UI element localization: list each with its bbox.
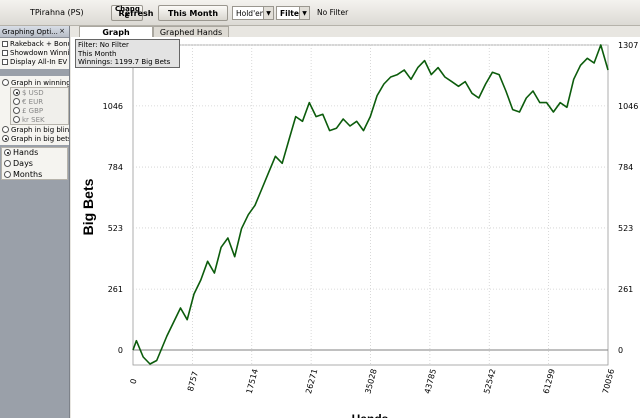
x-tick-label: 70056	[601, 368, 616, 395]
y-tick-label-right: 1307	[618, 41, 638, 50]
chevron-down-icon: ▼	[299, 7, 309, 19]
x-tick-label: 26271	[304, 368, 319, 395]
y-tick-label-right: 784	[618, 163, 633, 172]
radio-icon	[13, 89, 20, 96]
currency-group: $ USD € EUR £ GBP kr SEK	[10, 87, 69, 125]
graph-panel: 0026126152352378478410461046130713070875…	[71, 37, 640, 418]
tab-graphed-hands[interactable]: Graphed Hands	[153, 26, 229, 37]
y-tick-label-right: 0	[618, 346, 623, 355]
y-tick-label-left: 523	[108, 224, 123, 233]
radio-icon	[4, 171, 11, 178]
checkbox-icon	[2, 40, 8, 47]
y-tick-label-left: 261	[108, 285, 123, 294]
y-axis-label: Big Bets	[80, 178, 96, 235]
currency-eur-radio[interactable]: € EUR	[11, 97, 68, 106]
winnings-chart: 0026126152352378478410461046130713070875…	[80, 41, 638, 418]
axis-days-radio[interactable]: Days	[2, 159, 67, 168]
x-axis-options: Hands Days Months	[1, 147, 68, 180]
x-axis-label: Hands	[352, 412, 389, 418]
info-period: This Month	[78, 49, 117, 58]
radio-icon	[4, 160, 11, 167]
showdown-checkbox[interactable]: Showdown Winni	[0, 48, 69, 57]
summary-info-box: Filter: No Filter This Month Winnings: 1…	[75, 39, 180, 68]
tab-graph[interactable]: Graph	[79, 26, 153, 37]
allin-ev-checkbox[interactable]: Display All-In EV	[0, 57, 69, 66]
radio-icon	[13, 98, 20, 105]
graph-in-big-blinds-radio[interactable]: Graph in big blin	[0, 125, 69, 134]
x-tick-label: 61299	[542, 368, 557, 395]
currency-usd-radio[interactable]: $ USD	[11, 88, 68, 97]
y-tick-label-left: 784	[108, 163, 123, 172]
radio-icon	[2, 79, 9, 86]
rakeback-checkbox[interactable]: Rakeback + Bonu	[0, 39, 69, 48]
y-tick-label-right: 523	[618, 224, 633, 233]
graph-in-big-bets-radio[interactable]: Graph in big bets	[0, 134, 69, 143]
filter-select[interactable]: Filter ▼	[276, 6, 310, 20]
radio-icon	[13, 116, 20, 123]
radio-icon	[2, 135, 9, 142]
player-name: TPirahna (PS)	[30, 8, 84, 17]
graphing-options-sidebar: Graphing Opti... × Rakeback + Bonu Showd…	[0, 26, 70, 418]
checkbox-icon	[2, 58, 8, 65]
chevron-down-icon: ▼	[263, 7, 273, 19]
y-tick-label-left: 0	[118, 346, 123, 355]
info-winnings: Winnings: 1199.7 Big Bets	[78, 58, 171, 66]
x-tick-label: 8757	[186, 370, 200, 392]
graph-in-winnings-radio[interactable]: Graph in winning	[0, 78, 69, 87]
x-tick-label: 35028	[363, 368, 378, 395]
currency-sek-radio[interactable]: kr SEK	[11, 115, 68, 124]
x-tick-label: 43785	[423, 368, 438, 395]
filter-status: No Filter	[317, 8, 349, 17]
checkbox-icon	[2, 49, 8, 56]
y-tick-label-left: 1046	[103, 102, 123, 111]
refresh-button[interactable]: Refresh	[119, 5, 154, 21]
this-month-button[interactable]: This Month	[158, 5, 228, 21]
sidebar-header: Graphing Opti... ×	[0, 26, 69, 38]
y-tick-label-right: 1046	[618, 102, 638, 111]
x-tick-label: 0	[129, 378, 139, 385]
sidebar-options: Rakeback + Bonu Showdown Winni Display A…	[0, 38, 69, 69]
x-tick-label: 52542	[482, 368, 497, 395]
close-icon[interactable]: ×	[59, 27, 65, 35]
axis-months-radio[interactable]: Months	[2, 170, 67, 179]
toolbar: TPirahna (PS) Chang e Refresh This Month…	[0, 0, 640, 26]
y-tick-label-right: 261	[618, 285, 633, 294]
tab-bar: Graph Graphed Hands	[71, 26, 640, 37]
x-tick-label: 17514	[245, 368, 260, 395]
radio-icon	[4, 149, 11, 156]
info-filter: Filter: No Filter	[78, 41, 129, 49]
units-options: Graph in winning $ USD € EUR £ GBP kr SE…	[0, 76, 69, 145]
radio-icon	[2, 126, 9, 133]
radio-icon	[13, 107, 20, 114]
axis-hands-radio[interactable]: Hands	[2, 148, 67, 157]
currency-gbp-radio[interactable]: £ GBP	[11, 106, 68, 115]
game-select[interactable]: Hold'em ▼	[232, 6, 274, 20]
